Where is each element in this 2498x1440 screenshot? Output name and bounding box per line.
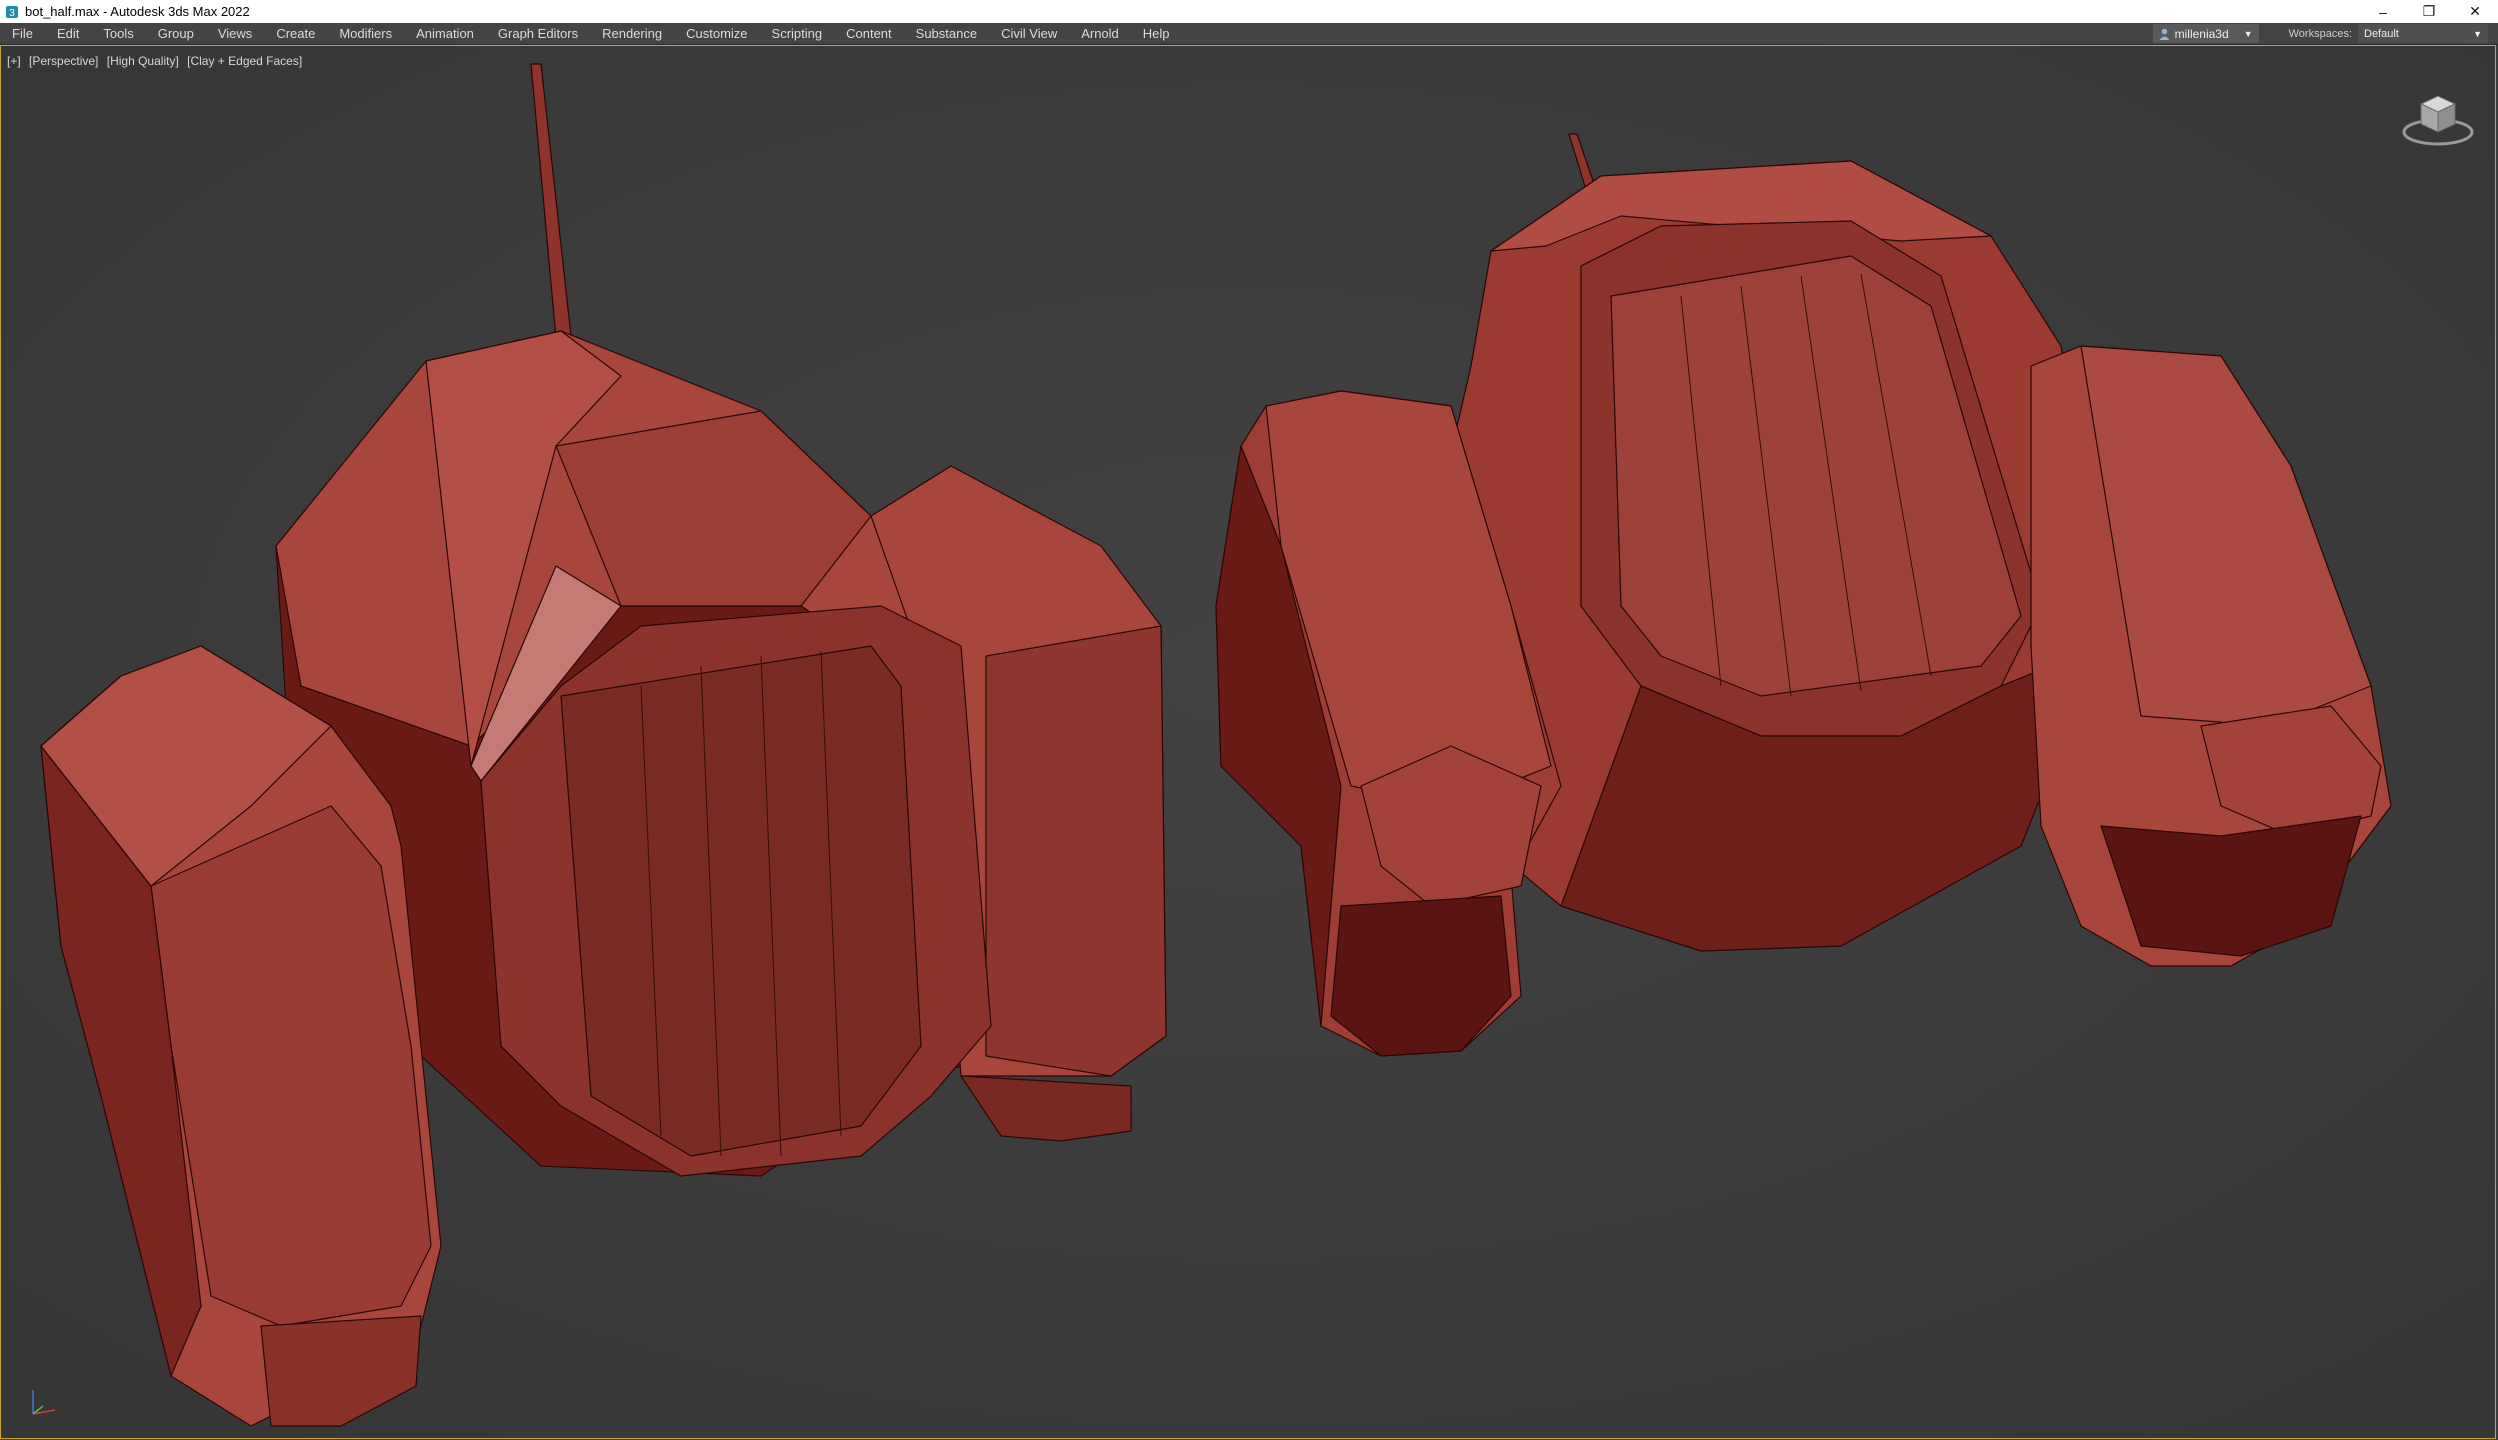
menu-edit[interactable]: Edit <box>45 23 91 44</box>
menu-content[interactable]: Content <box>834 23 904 44</box>
menu-bar: File Edit Tools Group Views Create Modif… <box>0 23 2498 45</box>
minimize-button[interactable]: – <box>2360 0 2406 23</box>
viewport-labels[interactable]: [+] [Perspective] [High Quality] [Clay +… <box>7 54 307 68</box>
menu-scripting[interactable]: Scripting <box>760 23 835 44</box>
restore-button[interactable]: ❐ <box>2406 0 2452 23</box>
menu-animation[interactable]: Animation <box>404 23 486 44</box>
workspaces-value: Default <box>2364 27 2399 40</box>
user-account-dropdown[interactable]: millenia3d ▼ <box>2152 24 2259 43</box>
user-icon <box>2159 28 2170 40</box>
viewport-view-label[interactable]: [Perspective] <box>29 54 98 68</box>
menu-views[interactable]: Views <box>206 23 264 44</box>
viewport-quality-label[interactable]: [High Quality] <box>107 54 179 68</box>
scene-render <box>1 46 2495 1438</box>
menu-help[interactable]: Help <box>1131 23 1182 44</box>
menu-file[interactable]: File <box>0 23 45 44</box>
axis-tripod-icon <box>32 1390 56 1415</box>
menu-group[interactable]: Group <box>146 23 206 44</box>
menu-rendering[interactable]: Rendering <box>590 23 674 44</box>
menu-substance[interactable]: Substance <box>904 23 989 44</box>
menu-graph-editors[interactable]: Graph Editors <box>486 23 590 44</box>
viewport-menu-label[interactable]: [+] <box>7 54 21 68</box>
chevron-down-icon: ▼ <box>2243 28 2253 39</box>
viewport-shading-label[interactable]: [Clay + Edged Faces] <box>187 54 302 68</box>
menu-civil-view[interactable]: Civil View <box>989 23 1069 44</box>
viewcube-icon[interactable] <box>2399 76 2477 154</box>
app-logo-icon: 3 <box>6 5 18 19</box>
close-button[interactable]: ✕ <box>2452 0 2498 23</box>
menu-create[interactable]: Create <box>264 23 327 44</box>
perspective-viewport[interactable]: [+] [Perspective] [High Quality] [Clay +… <box>0 45 2496 1439</box>
menu-customize[interactable]: Customize <box>674 23 759 44</box>
window-title: bot_half.max - Autodesk 3ds Max 2022 <box>25 4 250 19</box>
menu-tools[interactable]: Tools <box>91 23 145 44</box>
user-name: millenia3d <box>2174 26 2229 41</box>
menu-modifiers[interactable]: Modifiers <box>327 23 404 44</box>
chevron-down-icon: ▼ <box>2473 28 2482 39</box>
title-bar: 3 bot_half.max - Autodesk 3ds Max 2022 –… <box>0 0 2498 23</box>
svg-text:3: 3 <box>9 8 15 19</box>
menu-arnold[interactable]: Arnold <box>1069 23 1131 44</box>
workspaces-label: Workspaces: <box>2288 27 2352 40</box>
workspaces-dropdown[interactable]: Default ▼ <box>2358 24 2488 43</box>
